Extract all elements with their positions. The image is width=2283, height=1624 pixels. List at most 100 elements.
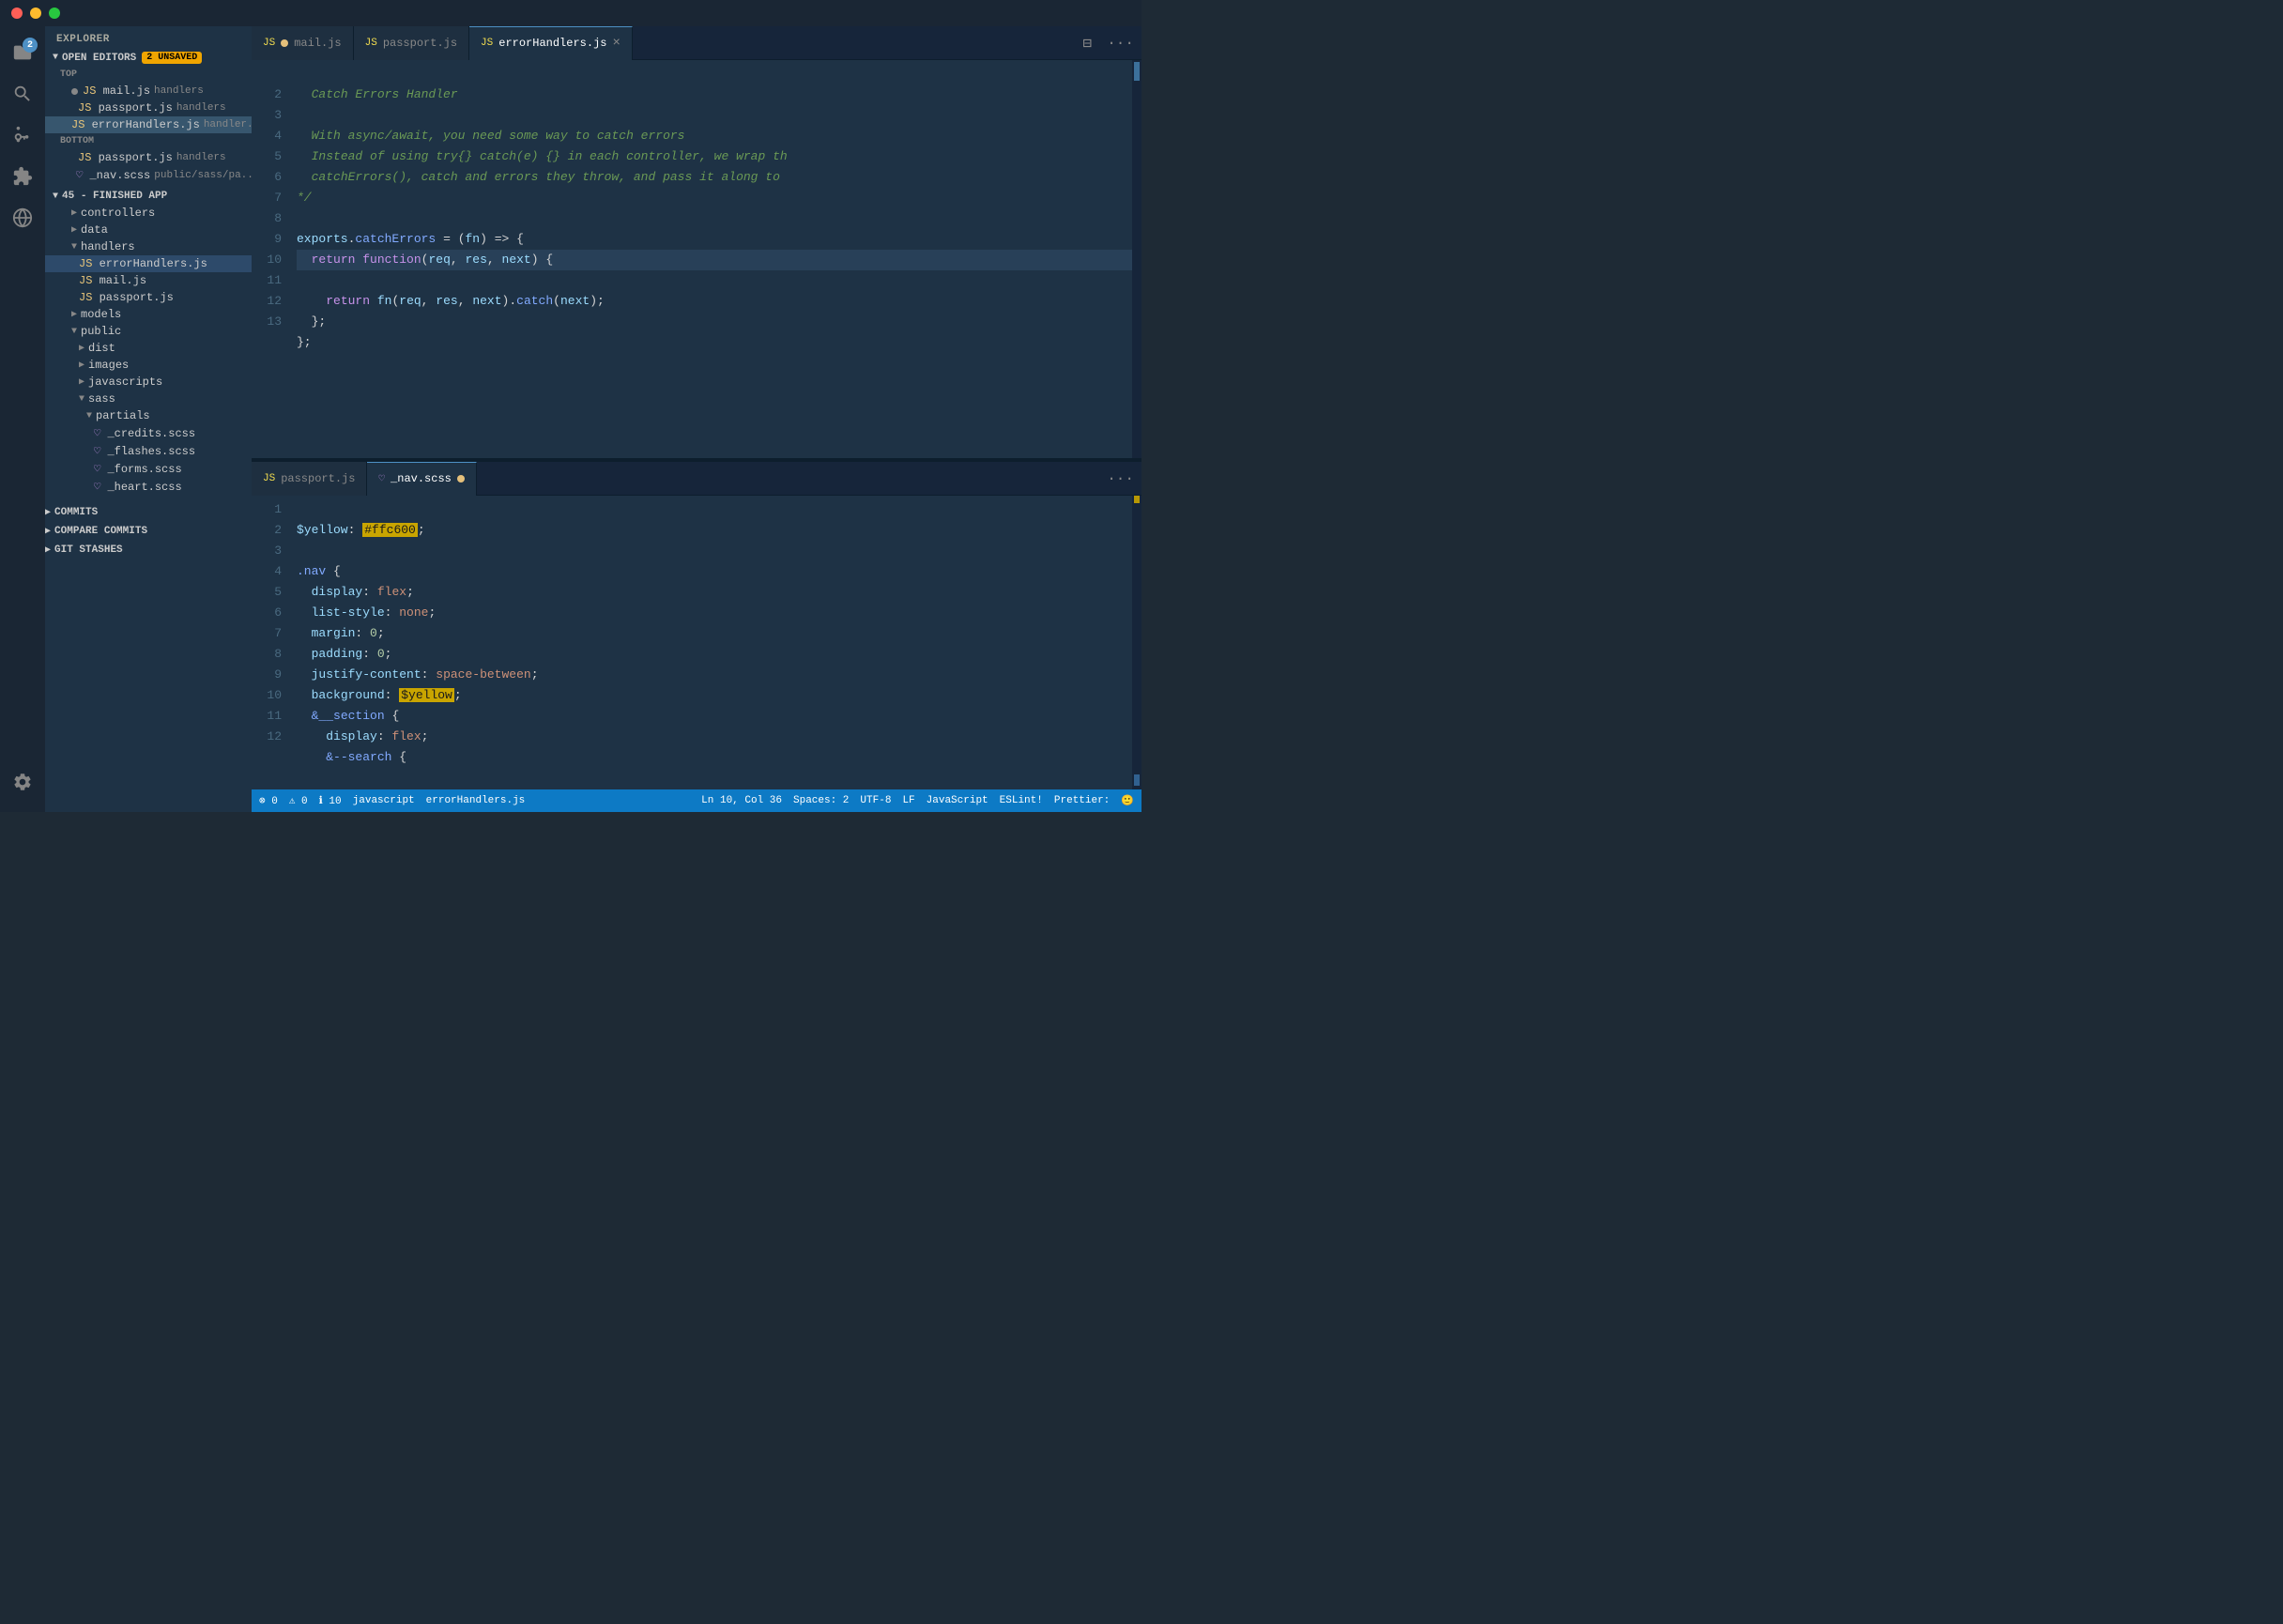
file-mail[interactable]: JS mail.js — [45, 272, 252, 289]
activity-settings[interactable] — [4, 763, 41, 801]
top-code-editor[interactable]: 2 3 4 5 6 7 8 9 10 11 12 13 Catch Errors… — [252, 60, 1142, 458]
git-stashes-section[interactable]: GIT STASHES — [45, 541, 252, 559]
bottom-tab-bar: JS passport.js ♡ _nav.scss ··· — [252, 462, 1142, 496]
line-numbers-top: 2 3 4 5 6 7 8 9 10 11 12 13 — [252, 60, 289, 458]
folder-dist[interactable]: ▶ dist — [45, 340, 252, 357]
status-spaces[interactable]: Spaces: 2 — [793, 795, 849, 806]
file-forms[interactable]: ♡ _forms.scss — [45, 460, 252, 478]
folder-arrow: ▶ — [79, 376, 84, 388]
folder-javascripts[interactable]: ▶ javascripts — [45, 374, 252, 391]
tab-passport[interactable]: JS passport.js — [354, 26, 469, 60]
js-icon: JS — [79, 257, 92, 270]
folder-partials[interactable]: ▼ partials — [45, 407, 252, 424]
bottom-section: BOTTOM — [45, 133, 252, 149]
file-errorhandlers[interactable]: JS errorHandlers.js — [45, 255, 252, 272]
tab-passport-bottom[interactable]: JS passport.js — [252, 462, 367, 496]
activity-files[interactable]: 2 — [4, 34, 41, 71]
status-info: ℹ 10 — [319, 794, 342, 807]
folder-data[interactable]: ▶ data — [45, 222, 252, 238]
folder-sass[interactable]: ▼ sass — [45, 391, 252, 407]
open-editor-errorhandlers[interactable]: JS errorHandlers.js handler... — [45, 116, 252, 133]
status-language[interactable]: JavaScript — [927, 795, 988, 806]
tab-js-icon: JS — [263, 473, 275, 484]
open-editor-passport-bottom[interactable]: JS passport.js handlers — [45, 149, 252, 166]
folder-arrow: ▶ — [79, 360, 84, 371]
bottom-code-editor[interactable]: 1 2 3 4 5 6 7 8 9 10 11 12 $yellow: #ffc… — [252, 496, 1142, 789]
open-editor-passport-path: handlers — [176, 102, 226, 114]
status-language-mode[interactable]: javascript — [353, 795, 415, 806]
file-passport[interactable]: JS passport.js — [45, 289, 252, 306]
compare-commits-label: COMPARE COMMITS — [54, 526, 147, 537]
folder-images-label: images — [88, 359, 129, 372]
main-layout: 2 — [0, 26, 1142, 812]
tab-js-icon: JS — [481, 38, 493, 49]
tab-dot — [281, 39, 288, 47]
open-editor-nav[interactable]: ♡ _nav.scss public/sass/pa... — [45, 166, 252, 184]
split-editor-button[interactable]: ⊟ — [1076, 34, 1100, 53]
status-encoding[interactable]: UTF-8 — [860, 795, 891, 806]
commits-section[interactable]: COMMITS — [45, 503, 252, 522]
code-bottom[interactable]: $yellow: #ffc600; .nav { display: flex; … — [289, 496, 1142, 789]
minimize-button[interactable] — [30, 8, 41, 19]
file-mail-label: mail.js — [100, 274, 146, 287]
scrollbar-bottom[interactable] — [1132, 496, 1142, 789]
maximize-button[interactable] — [49, 8, 60, 19]
status-prettier[interactable]: Prettier: — [1054, 795, 1110, 806]
activity-search[interactable] — [4, 75, 41, 113]
folder-images[interactable]: ▶ images — [45, 357, 252, 374]
folder-controllers[interactable]: ▶ controllers — [45, 205, 252, 222]
folder-javascripts-label: javascripts — [88, 375, 162, 389]
tab-errorhandlers-label: errorHandlers.js — [498, 37, 606, 50]
tab-nav-scss[interactable]: ♡ _nav.scss — [367, 462, 476, 496]
activity-remote[interactable] — [4, 199, 41, 237]
file-flashes[interactable]: ♡ _flashes.scss — [45, 442, 252, 460]
tab-mail[interactable]: JS mail.js — [252, 26, 354, 60]
open-editor-nav-label: _nav.scss — [89, 169, 150, 182]
folder-partials-label: partials — [96, 409, 150, 422]
open-editor-errorhandlers-path: handler... — [204, 119, 252, 130]
open-editor-mail[interactable]: JS mail.js handlers — [45, 83, 252, 100]
remote-icon — [12, 207, 33, 228]
open-editor-passport-bottom-label: passport.js — [99, 151, 173, 164]
compare-commits-section[interactable]: COMPARE COMMITS — [45, 522, 252, 541]
folder-public[interactable]: ▼ public — [45, 323, 252, 340]
more-actions-bottom-button[interactable]: ··· — [1099, 470, 1142, 487]
project-section[interactable]: 45 - FINISHED APP — [45, 188, 252, 205]
js-icon: JS — [71, 118, 84, 131]
activity-source-control[interactable] — [4, 116, 41, 154]
activity-bar: 2 — [0, 26, 45, 812]
code-top[interactable]: Catch Errors Handler With async/await, y… — [289, 60, 1142, 458]
git-stashes-arrow — [45, 544, 51, 556]
close-button[interactable] — [11, 8, 23, 19]
editor-area: JS mail.js JS passport.js JS errorHandle… — [252, 26, 1142, 812]
activity-extensions[interactable] — [4, 158, 41, 195]
open-editor-passport[interactable]: JS passport.js handlers — [45, 100, 252, 116]
tab-passport-label: passport.js — [383, 37, 457, 50]
tab-errorhandlers[interactable]: JS errorHandlers.js × — [469, 26, 633, 60]
scroll-thumb-top-indicator — [1134, 496, 1140, 503]
project-label: 45 - FINISHED APP — [62, 191, 167, 202]
folder-models[interactable]: ▶ models — [45, 306, 252, 323]
tab-js-icon: JS — [263, 38, 275, 49]
close-icon[interactable]: × — [612, 37, 620, 50]
file-heart[interactable]: ♡ _heart.scss — [45, 478, 252, 496]
file-credits[interactable]: ♡ _credits.scss — [45, 424, 252, 442]
top-tab-bar: JS mail.js JS passport.js JS errorHandle… — [252, 26, 1142, 60]
scrollbar-top[interactable] — [1132, 60, 1142, 458]
folder-arrow: ▼ — [71, 327, 77, 337]
status-cursor-position[interactable]: Ln 10, Col 36 — [701, 795, 782, 806]
status-eslint[interactable]: ESLint! — [1000, 795, 1043, 806]
folder-models-label: models — [81, 308, 121, 321]
folder-arrow: ▶ — [71, 309, 77, 320]
folder-arrow: ▶ — [71, 207, 77, 219]
scroll-thumb — [1134, 62, 1140, 81]
more-actions-button[interactable]: ··· — [1099, 35, 1142, 52]
open-editors-section[interactable]: OPEN EDITORS 2 UNSAVED — [45, 49, 252, 67]
folder-dist-label: dist — [88, 342, 115, 355]
status-line-ending[interactable]: LF — [902, 795, 914, 806]
folder-public-label: public — [81, 325, 121, 338]
tab-nav-scss-label: _nav.scss — [391, 472, 452, 485]
folder-handlers[interactable]: ▼ handlers — [45, 238, 252, 255]
bottom-editor-pane: JS passport.js ♡ _nav.scss ··· 1 2 3 — [252, 462, 1142, 789]
search-icon — [12, 84, 33, 104]
